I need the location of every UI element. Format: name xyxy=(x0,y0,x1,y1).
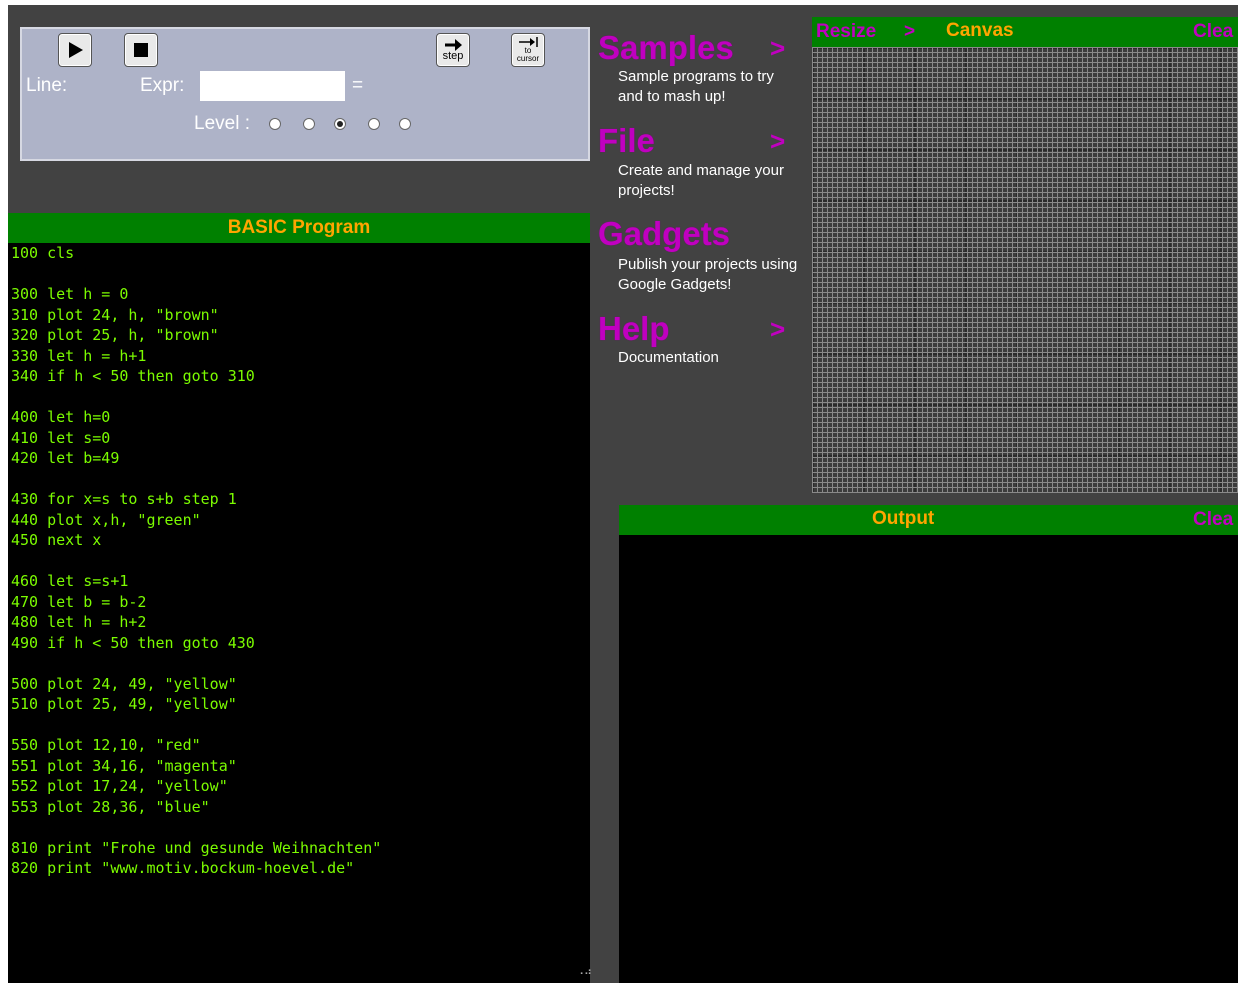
code-line[interactable]: 400 let h=0 xyxy=(11,407,590,428)
code-line[interactable]: 510 plot 25, 49, "yellow" xyxy=(11,694,590,715)
program-header: BASIC Program xyxy=(8,213,590,243)
canvas-clear-link[interactable]: Clea xyxy=(1193,21,1233,43)
level-radio-2[interactable] xyxy=(303,118,315,130)
code-line[interactable]: 430 for x=s to s+b step 1 xyxy=(11,489,590,510)
code-line[interactable]: 450 next x xyxy=(11,530,590,551)
output-clear-link[interactable]: Clea xyxy=(1193,509,1233,531)
arrow-right-icon xyxy=(445,38,462,51)
run-to-cursor-button[interactable]: to cursor xyxy=(511,33,545,67)
code-line[interactable]: 340 if h < 50 then goto 310 xyxy=(11,366,590,387)
level-radio-4[interactable] xyxy=(368,118,380,130)
level-label: Level : xyxy=(194,113,250,134)
line-label: Line: xyxy=(26,75,68,96)
code-line[interactable]: 320 plot 25, h, "brown" xyxy=(11,325,590,346)
menu-help[interactable]: Help xyxy=(598,310,670,348)
expr-label: Expr: xyxy=(140,75,185,96)
drawing-canvas[interactable] xyxy=(812,47,1238,493)
code-line[interactable]: 100 cls xyxy=(11,243,590,264)
code-line[interactable]: 330 let h = h+1 xyxy=(11,346,590,367)
canvas-title: Canvas xyxy=(946,20,1014,41)
step-button[interactable]: step xyxy=(436,33,470,67)
run-button[interactable] xyxy=(58,33,92,67)
code-line[interactable]: 410 let s=0 xyxy=(11,428,590,449)
menu-samples[interactable]: Samples xyxy=(598,29,734,67)
code-line[interactable] xyxy=(11,264,590,285)
code-line[interactable]: 420 let b=49 xyxy=(11,448,590,469)
code-line[interactable]: 551 plot 34,16, "magenta" xyxy=(11,756,590,777)
code-line[interactable] xyxy=(11,551,590,572)
output-title: Output xyxy=(872,508,935,529)
code-line[interactable]: 490 if h < 50 then goto 430 xyxy=(11,633,590,654)
cursor-label: cursor xyxy=(516,54,540,63)
code-line[interactable] xyxy=(11,653,590,674)
menu-gadgets-desc: Publish your projects using Google Gadge… xyxy=(618,256,798,293)
stop-button[interactable] xyxy=(124,33,158,67)
code-line[interactable] xyxy=(11,387,590,408)
code-line[interactable]: 553 plot 28,36, "blue" xyxy=(11,797,590,818)
level-radio-1[interactable] xyxy=(269,118,281,130)
code-line[interactable]: 810 print "Frohe und gesunde Weihnachten… xyxy=(11,838,590,859)
menu-file-arrow[interactable]: > xyxy=(770,126,785,157)
code-line[interactable]: 820 print "www.motiv.bockum-hoevel.de" xyxy=(11,858,590,879)
code-line[interactable]: 440 plot x,h, "green" xyxy=(11,510,590,531)
stop-icon xyxy=(134,43,148,57)
expression-input[interactable] xyxy=(200,71,345,101)
step-label: step xyxy=(442,49,464,62)
play-icon xyxy=(69,42,83,58)
code-line[interactable] xyxy=(11,715,590,736)
canvas-header: Resize > Canvas Clea xyxy=(812,17,1238,47)
menu-file-desc: Create and manage your projects! xyxy=(618,162,784,199)
code-line[interactable] xyxy=(11,817,590,838)
debugger-toolbar: step to cursor Line: Expr: = Level : xyxy=(20,27,590,161)
code-line[interactable]: 480 let h = h+2 xyxy=(11,612,590,633)
code-line[interactable]: 460 let s=s+1 xyxy=(11,571,590,592)
level-radio-3[interactable] xyxy=(334,118,346,130)
menu-samples-desc: Sample programs to try and to mash up! xyxy=(618,68,774,105)
canvas-resize-link[interactable]: Resize xyxy=(816,21,876,43)
code-line[interactable]: 550 plot 12,10, "red" xyxy=(11,735,590,756)
code-line[interactable] xyxy=(11,469,590,490)
menu-samples-arrow[interactable]: > xyxy=(770,33,785,64)
equals-sign: = xyxy=(352,75,364,96)
program-editor[interactable]: 100 cls 300 let h = 0 310 plot 24, h, "br… xyxy=(8,243,590,983)
menu-help-arrow[interactable]: > xyxy=(770,314,785,345)
menu-gadgets[interactable]: Gadgets xyxy=(598,215,730,253)
output-console xyxy=(619,535,1238,983)
output-header: Output Clea xyxy=(619,505,1238,535)
canvas-resize-arrow[interactable]: > xyxy=(904,21,915,43)
level-radio-5[interactable] xyxy=(399,118,411,130)
code-line[interactable]: 552 plot 17,24, "yellow" xyxy=(11,776,590,797)
code-line[interactable]: 300 let h = 0 xyxy=(11,284,590,305)
code-line[interactable]: 500 plot 24, 49, "yellow" xyxy=(11,674,590,695)
menu-help-desc: Documentation xyxy=(618,349,719,366)
code-line[interactable]: 310 plot 24, h, "brown" xyxy=(11,305,590,326)
menu-file[interactable]: File xyxy=(598,122,655,160)
code-line[interactable]: 470 let b = b-2 xyxy=(11,592,590,613)
app-root: step to cursor Line: Expr: = Level : BAS… xyxy=(8,5,1238,983)
